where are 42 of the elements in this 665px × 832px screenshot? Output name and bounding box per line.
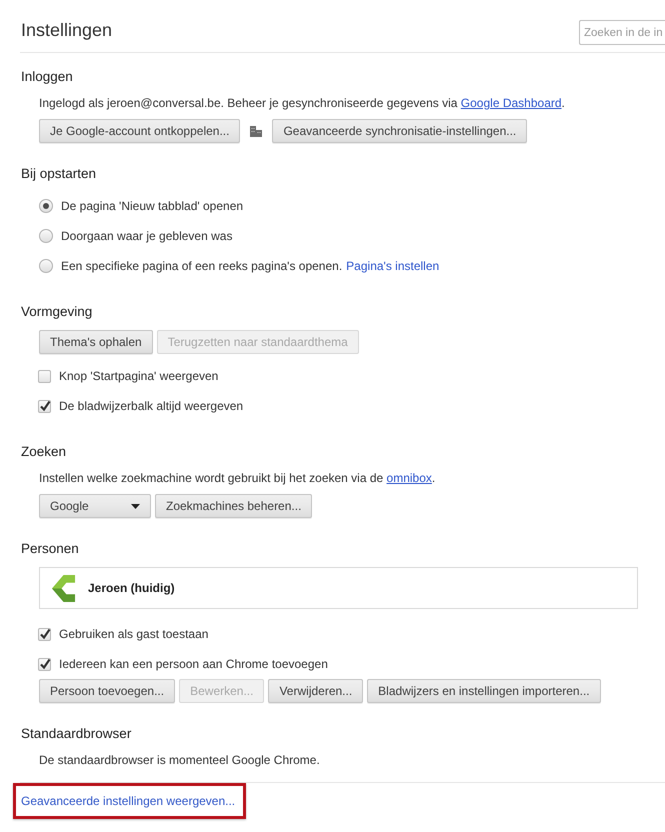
checkbox[interactable] [38, 370, 51, 382]
checkbox[interactable] [38, 658, 51, 670]
section-heading: Standaardbrowser [21, 725, 132, 743]
action-button[interactable]: Bladwijzers en instellingen importeren... [367, 679, 601, 703]
description-text: Ingelogd als jeroen@conversal.be. Beheer je gesynchroniseerde gegevens via Google Dashboard. [39, 95, 566, 111]
advanced-settings-link[interactable]: Geavanceerde instellingen weergeven... [21, 794, 236, 808]
action-button[interactable]: Geavanceerde synchronisatie-instellingen... [272, 119, 528, 143]
caret-icon [131, 504, 140, 508]
avatar-icon [51, 574, 76, 602]
section-heading: Inloggen [21, 68, 74, 86]
description-text: Instellen welke zoekmachine wordt gebruikt bij het zoeken via de omnibox. [39, 470, 436, 486]
section-heading: Personen [21, 540, 80, 558]
option-label: Doorgaan waar je gebleven was [61, 229, 232, 243]
dropdown[interactable]: Google [39, 494, 151, 518]
option-label: Een specifieke pagina of een reeks pagina's openen. [61, 259, 342, 273]
profile-name: Jeroen (huidig) [88, 581, 175, 595]
action-button[interactable]: Je Google-account ontkoppelen... [39, 119, 240, 143]
option-label: De pagina 'Nieuw tabblad' openen [61, 199, 244, 213]
radio-button[interactable] [39, 259, 53, 273]
radio-button[interactable] [39, 229, 53, 243]
description-text: De standaardbrowser is momenteel Google Chrome. [39, 752, 321, 768]
page-title: Instellingen [21, 19, 112, 41]
checkbox[interactable] [38, 400, 51, 412]
checkbox-label: Knop 'Startpagina' weergeven [59, 369, 218, 383]
action-button[interactable]: Verwijderen... [268, 679, 364, 703]
action-button[interactable]: Thema's ophalen [39, 330, 153, 354]
search-field[interactable]: Zoeken in de in [579, 20, 665, 45]
section-heading: Bij opstarten [21, 165, 98, 183]
action-button[interactable]: Zoekmachines beheren... [155, 494, 312, 518]
section-heading: Zoeken [21, 443, 68, 461]
checkbox[interactable] [38, 628, 51, 640]
inline-link[interactable]: Google Dashboard [460, 96, 562, 110]
radio-button[interactable] [39, 199, 53, 213]
section-heading: Vormgeving [21, 303, 94, 321]
inline-link[interactable]: omnibox [386, 471, 432, 485]
checkbox-label: Iedereen kan een persoon aan Chrome toevoegen [59, 657, 328, 671]
option-link[interactable]: Pagina's instellen [346, 259, 440, 273]
building-icon [250, 126, 262, 136]
checkbox-label: Gebruiken als gast toestaan [59, 627, 208, 641]
profile-card[interactable]: Jeroen (huidig) [39, 567, 638, 609]
checkbox-label: De bladwijzerbalk altijd weergeven [59, 399, 244, 413]
action-button[interactable]: Persoon toevoegen... [39, 679, 176, 703]
